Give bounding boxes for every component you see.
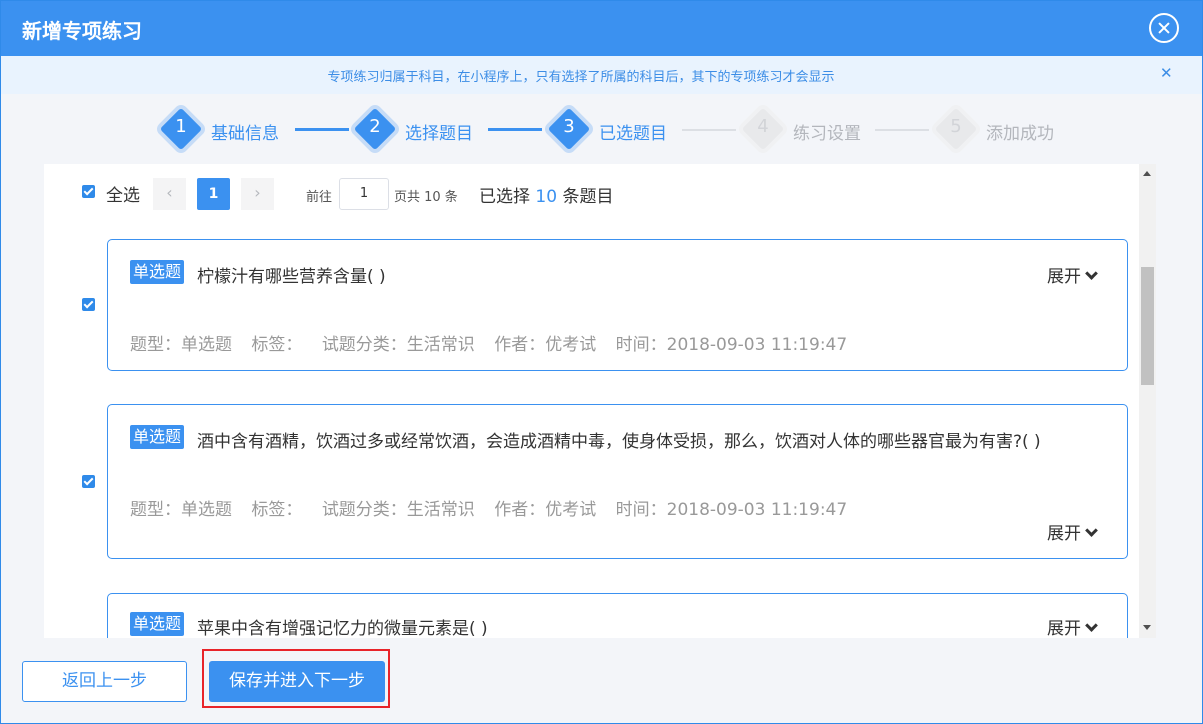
scrollbar[interactable] — [1139, 164, 1156, 638]
chevron-down-icon — [1085, 619, 1098, 632]
question-text: 苹果中含有增强记忆力的微量元素是( ) — [197, 619, 488, 638]
dialog-titlebar: 新增专项练习 — [1, 1, 1202, 56]
step-label: 添加成功 — [986, 124, 1054, 144]
selected-questions-panel: 全选 ‹ 1 › 前往 1 页共 10 条 已选择 10 条题目 单选题 柠檬汁… — [44, 164, 1139, 638]
expand-button[interactable]: 展开 — [1047, 262, 1098, 287]
save-and-next-button[interactable]: 保存并进入下一步 — [209, 661, 385, 702]
notice-text: 专项练习归属于科目，在小程序上，只有选择了所属的科目后，其下的专项练习才会显示 — [327, 70, 835, 85]
select-all-label[interactable]: 全选 — [106, 181, 140, 206]
dialog-title: 新增专项练习 — [22, 19, 142, 43]
question-card: 单选题 苹果中含有增强记忆力的微量元素是( ) 展开 — [107, 593, 1128, 638]
question-type-badge: 单选题 — [130, 260, 185, 284]
question-meta: 题型：单选题 标签： 试题分类：生活常识 作者：优考试 时间：2018-09-0… — [130, 335, 848, 355]
close-icon[interactable] — [1149, 13, 1179, 43]
question-text: 酒中含有酒精，饮酒过多或经常饮酒，会造成酒精中毒，使身体受损，那么，饮酒对人体的… — [197, 432, 1041, 452]
page-1-button[interactable]: 1 — [197, 178, 230, 210]
expand-button[interactable]: 展开 — [1047, 614, 1098, 638]
selected-count: 10 — [535, 187, 558, 207]
notice-bar: 专项练习归属于科目，在小程序上，只有选择了所属的科目后，其下的专项练习才会显示 … — [1, 56, 1202, 94]
question-checkbox[interactable] — [82, 475, 95, 488]
selected-count-text: 已选择 10 条题目 — [479, 187, 614, 207]
step-connector — [488, 128, 542, 131]
back-button[interactable]: 返回上一步 — [22, 661, 187, 702]
step-label: 基础信息 — [211, 124, 279, 144]
scroll-down-icon[interactable] — [1143, 625, 1151, 630]
chevron-down-icon — [1085, 524, 1098, 537]
question-card: 单选题 酒中含有酒精，饮酒过多或经常饮酒，会造成酒精中毒，使身体受损，那么，饮酒… — [107, 404, 1128, 559]
question-type-badge: 单选题 — [130, 612, 185, 636]
step-label: 已选题目 — [599, 124, 667, 144]
question-text: 柠檬汁有哪些营养含量( ) — [197, 267, 386, 287]
next-page-button[interactable]: › — [241, 178, 274, 210]
step-label: 练习设置 — [793, 124, 861, 144]
question-card: 单选题 柠檬汁有哪些营养含量( ) 展开 题型：单选题 标签： 试题分类：生活常… — [107, 239, 1128, 371]
scroll-up-icon[interactable] — [1143, 171, 1151, 176]
total-count-label: 页共 10 条 — [394, 190, 458, 205]
page-jump-input[interactable]: 1 — [339, 178, 389, 210]
prev-page-button[interactable]: ‹ — [153, 178, 186, 210]
step-connector — [875, 129, 929, 131]
step-label: 选择题目 — [405, 124, 473, 144]
step-indicator: 1 基础信息 2 选择题目 3 已选题目 4 练习设置 5 添加成功 — [1, 94, 1202, 164]
question-meta: 题型：单选题 标签： 试题分类：生活常识 作者：优考试 时间：2018-09-0… — [130, 500, 848, 520]
add-special-practice-dialog: 新增专项练习 专项练习归属于科目，在小程序上，只有选择了所属的科目后，其下的专项… — [0, 0, 1203, 724]
expand-button[interactable]: 展开 — [1047, 519, 1098, 544]
select-all-checkbox[interactable] — [82, 185, 95, 198]
step-connector — [295, 128, 349, 131]
scrollbar-thumb[interactable] — [1141, 267, 1154, 385]
question-checkbox[interactable] — [82, 298, 95, 311]
goto-label: 前往 — [306, 190, 333, 205]
step-connector — [682, 129, 736, 131]
notice-close-icon[interactable]: ✕ — [1160, 64, 1173, 82]
chevron-down-icon — [1085, 267, 1098, 280]
question-type-badge: 单选题 — [130, 425, 185, 449]
